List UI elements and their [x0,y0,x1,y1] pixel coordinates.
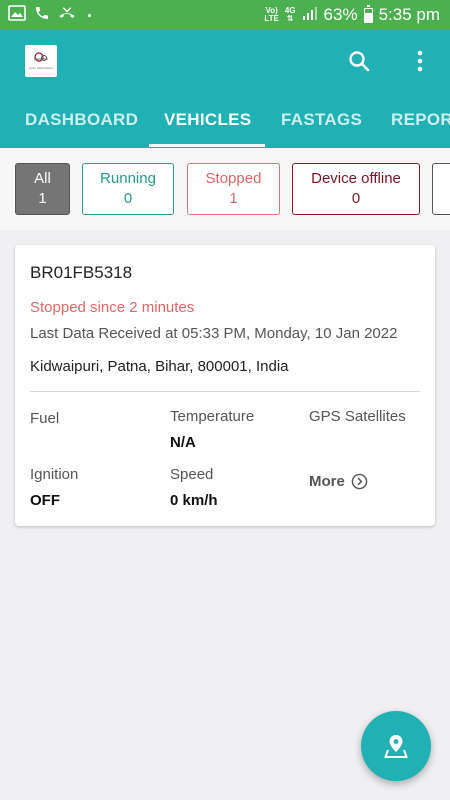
tab-dashboard[interactable]: DASHBOARD [25,102,138,148]
tab-vehicles[interactable]: VEHICLES [164,102,251,148]
more-label: More [309,473,345,490]
overflow-menu-button[interactable] [405,46,435,76]
gallery-notification-icon [8,4,26,26]
ignition-value: OFF [30,492,60,509]
filter-count: 1 [229,190,238,207]
vehicle-address: Kidwaipuri, Patna, Bihar, 800001, India [30,358,289,375]
vehicle-card[interactable]: BR01FB5318 Stopped since 2 minutes Last … [15,245,435,526]
last-data-received: Last Data Received at 05:33 PM, Monday, … [30,325,398,342]
signal-icon [302,5,318,25]
network-indicator: 4G ⇅ [284,6,296,23]
gps-satellites-label: GPS Satellites [309,408,406,425]
battery-icon [363,4,373,23]
more-details-button[interactable]: More [309,473,368,490]
more-vert-icon [417,50,423,72]
temperature-label: Temperature [170,408,255,425]
status-filter-bar: All 1 Running 0 Stopped 1 Device offline… [0,148,450,230]
status-bar: Vo) LTE 4G ⇅ 63% 5:35 pm [0,0,450,30]
fuel-label: Fuel [30,410,60,427]
notification-dot-icon [88,13,91,17]
filter-next-chip[interactable] [432,163,450,215]
search-icon [349,51,370,72]
filter-count: 1 [38,190,47,207]
app-logo: Auto Telematics [25,45,57,77]
speed-value: 0 km/h [170,492,218,509]
tab-reports[interactable]: REPORTS [391,102,450,148]
filter-stopped-chip[interactable]: Stopped 1 [187,163,280,215]
svg-text:Auto Telematics: Auto Telematics [29,66,53,70]
chevron-right-circle-icon [351,473,368,490]
filter-count: 0 [351,190,361,207]
filter-all-chip[interactable]: All 1 [15,163,70,215]
filter-label: All [34,170,51,187]
tab-fastags[interactable]: FASTAGS [281,102,362,148]
battery-percent: 63% [323,5,358,24]
vehicle-number: BR01FB5318 [30,263,133,282]
app-bar: Auto Telematics DASHBOARD VEHICLES FASTA… [0,30,450,148]
filter-count: 0 [123,190,133,207]
speed-label: Speed [170,466,214,483]
filter-label: Device offline [311,170,401,187]
temperature-value: N/A [170,434,196,451]
logo-icon: Auto Telematics [29,52,53,70]
search-button[interactable] [344,46,374,76]
active-tab-indicator [149,144,265,147]
map-view-fab[interactable] [361,711,431,781]
filter-running-chip[interactable]: Running 0 [82,163,174,215]
clock: 5:35 pm [378,5,440,24]
map-location-icon [384,735,408,758]
tab-bar: DASHBOARD VEHICLES FASTAGS REPORTS [0,102,450,148]
phone-call-icon [34,5,50,26]
filter-label: Stopped [205,170,262,187]
ignition-label: Ignition [30,466,79,483]
vehicle-status: Stopped since 2 minutes [30,299,195,316]
missed-call-icon [58,5,76,26]
card-divider [30,391,420,392]
volte-indicator: Vo) LTE [264,6,279,23]
filter-label: Running [100,170,156,187]
filter-device-offline-chip[interactable]: Device offline 0 [292,163,420,215]
